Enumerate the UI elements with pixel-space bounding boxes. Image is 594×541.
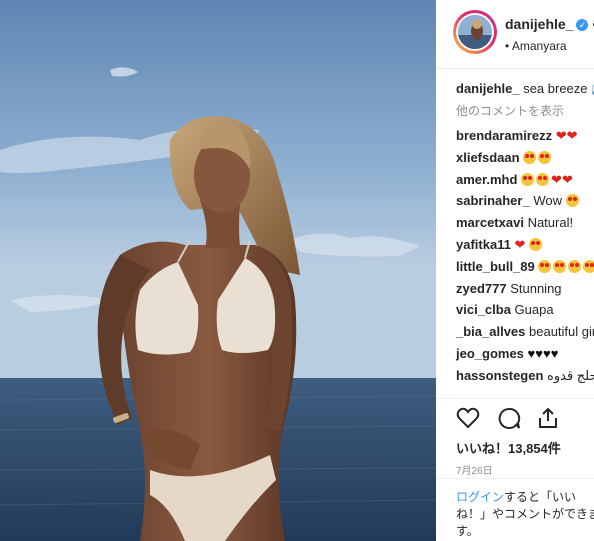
list-item: _bia_allves beautiful girl xyxy=(456,323,594,345)
login-prompt-text: ログインすると「いいね！」やコメントができます。 xyxy=(456,489,594,540)
comment-username[interactable]: sabrinaher_ xyxy=(456,193,530,208)
post-header: danijehle_✓• • Amanyara xyxy=(436,0,594,69)
comment-username[interactable]: amer.mhd xyxy=(456,172,517,187)
login-prompt: ログインすると「いいね！」やコメントができます。 xyxy=(436,478,594,541)
verified-badge-icon: ✓ xyxy=(576,19,589,31)
comment-text: حلج قدوه xyxy=(543,367,594,383)
comment-username[interactable]: _bia_allves xyxy=(456,324,525,339)
username-text[interactable]: danijehle_ xyxy=(505,16,573,32)
heart-eyes-emoji-icon xyxy=(529,237,543,251)
login-link[interactable]: ログイン xyxy=(456,490,504,504)
comment-username[interactable]: xliefsdaan xyxy=(456,150,520,165)
share-upload-icon[interactable] xyxy=(537,407,559,434)
comment-username[interactable]: little_bull_89 xyxy=(456,259,535,274)
heart-eyes-emoji-icon xyxy=(521,172,535,186)
comment-username[interactable]: yafitka11 xyxy=(456,237,511,252)
comment-text: ♥♥♥♥ xyxy=(523,345,559,361)
heart-eyes-emoji-icon xyxy=(538,259,552,273)
heart-outline-icon[interactable] xyxy=(456,407,480,434)
comment-username[interactable]: jeo_gomes xyxy=(456,346,524,361)
comment-username[interactable]: marcetxavi xyxy=(456,215,524,230)
comment-text: Wow xyxy=(529,193,562,209)
comment-username[interactable]: zyed777 xyxy=(456,281,507,296)
heart-eyes-emoji-icon xyxy=(565,194,579,208)
heart-eyes-emoji-icon xyxy=(538,150,552,164)
heart-eyes-emoji-icon xyxy=(536,172,550,186)
post-location[interactable]: • Amanyara xyxy=(505,39,567,53)
load-more-comments-button[interactable]: 他のコメントを表示 xyxy=(456,102,594,124)
comment-text: Stunning xyxy=(506,280,562,296)
list-item: yafitka11 ❤ xyxy=(456,236,594,258)
list-item: brendaramirezz ❤❤ xyxy=(456,127,594,149)
list-item: little_bull_89 xyxy=(456,258,594,280)
comment-bubble-icon[interactable] xyxy=(497,407,521,434)
comment-username[interactable]: vici_clba xyxy=(456,302,511,317)
post-side-panel: danijehle_✓• • Amanyara danijehle_ sea b… xyxy=(436,0,594,541)
list-item: sabrinaher_ Wow xyxy=(456,192,594,214)
comment-username[interactable]: hassonstegen xyxy=(456,368,543,383)
list-item: marcetxavi Natural! xyxy=(456,214,594,236)
comment-list: danijehle_ sea breeze 🌊 他のコメントを表示 brenda… xyxy=(456,80,594,389)
heart-eyes-emoji-icon xyxy=(568,259,582,273)
comment-text: ❤ xyxy=(510,236,526,252)
photo-woman-beach xyxy=(0,0,436,541)
comment-text: Natural! xyxy=(523,215,574,231)
heart-emoji-icon: ❤❤ xyxy=(551,171,573,187)
list-item: xliefsdaan xyxy=(456,149,594,171)
caption-text: sea breeze 🌊 xyxy=(523,81,594,96)
comment-text: ❤❤ xyxy=(552,128,578,143)
avatar[interactable] xyxy=(453,10,497,54)
list-item: jeo_gomes ♥♥♥♥ xyxy=(456,345,594,367)
action-bar xyxy=(436,398,594,435)
list-item: vici_clba Guapa xyxy=(456,301,594,323)
list-item: hassonstegen حلج قدوه xyxy=(456,367,594,389)
list-item: zyed777 Stunning xyxy=(456,280,594,302)
comment-text: Guapa xyxy=(510,302,554,318)
post-photo[interactable] xyxy=(0,0,436,541)
like-count[interactable]: いいね！13,854件 xyxy=(456,438,561,457)
caption-username[interactable]: danijehle_ xyxy=(456,81,520,96)
post-username[interactable]: danijehle_✓• xyxy=(505,16,594,32)
post-date[interactable]: 7月26日 xyxy=(456,462,493,477)
heart-eyes-emoji-icon xyxy=(553,259,567,273)
comment-text: beautiful girl xyxy=(525,324,594,340)
list-item: amer.mhd ❤❤ xyxy=(456,171,594,193)
heart-eyes-emoji-icon xyxy=(583,259,594,273)
comment-username[interactable]: brendaramirezz xyxy=(456,128,552,143)
post-caption: danijehle_ sea breeze 🌊 xyxy=(456,80,594,102)
heart-eyes-emoji-icon xyxy=(523,150,537,164)
